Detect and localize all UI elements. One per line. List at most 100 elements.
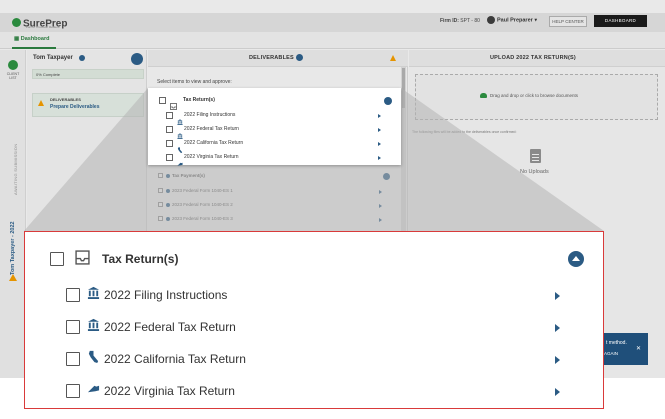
chevron-right-icon[interactable] bbox=[378, 142, 381, 146]
chevron-down-icon: ▾ bbox=[534, 17, 538, 24]
scroll-thumb[interactable] bbox=[402, 68, 405, 108]
list-item[interactable]: 2022 Virginia Tax Return bbox=[148, 151, 401, 166]
tab-row bbox=[0, 32, 665, 49]
list-item-label: 2022 Virginia Tax Return bbox=[184, 154, 239, 160]
chevron-right-icon[interactable] bbox=[379, 190, 382, 194]
bank-icon bbox=[87, 286, 101, 300]
left-rail bbox=[0, 50, 26, 378]
chevron-right-icon[interactable] bbox=[555, 292, 560, 300]
checkbox[interactable] bbox=[66, 288, 80, 302]
chevron-right-icon[interactable] bbox=[378, 114, 381, 118]
checkbox[interactable] bbox=[66, 384, 80, 398]
checkbox[interactable] bbox=[50, 252, 64, 266]
warning-icon bbox=[390, 55, 396, 61]
checkbox[interactable] bbox=[166, 112, 173, 119]
chevron-right-icon[interactable] bbox=[378, 128, 381, 132]
chevron-up-icon[interactable] bbox=[568, 251, 584, 267]
virginia-state-icon-svg bbox=[87, 385, 100, 393]
checkbox[interactable] bbox=[158, 216, 163, 222]
virginia-state-icon bbox=[87, 382, 101, 396]
user-menu[interactable]: Paul Preparer ▾ bbox=[487, 16, 537, 24]
checkbox[interactable] bbox=[158, 202, 163, 208]
chevron-right-icon[interactable] bbox=[378, 156, 381, 160]
chevron-up-icon[interactable] bbox=[384, 97, 392, 105]
chevron-right-icon[interactable] bbox=[379, 218, 382, 222]
list-item[interactable]: 2022 Virginia Tax Return bbox=[25, 374, 603, 406]
checkbox[interactable] bbox=[158, 173, 163, 179]
list-item-label: 2023 Federal Form 1040-ES 3 bbox=[172, 216, 233, 221]
list-item-label: 2023 Federal Form 1040-ES 1 bbox=[172, 188, 233, 193]
firm-id: Firm ID: SPT - 80 bbox=[440, 18, 480, 24]
tax-payments-group-row[interactable]: Tax Payment(s) bbox=[158, 173, 205, 179]
chevron-up-icon[interactable] bbox=[383, 173, 390, 180]
deliverables-step-subtitle: Prepare Deliverables bbox=[50, 104, 100, 110]
bank-icon bbox=[177, 126, 183, 139]
california-state-icon-svg bbox=[88, 350, 99, 363]
logo-mark bbox=[12, 18, 21, 28]
awaiting-submission-label: AWAITING SUBMISSION bbox=[13, 143, 18, 195]
chevron-up-icon-shape bbox=[572, 256, 580, 261]
toast-message: t method. bbox=[606, 340, 627, 346]
client-action-button[interactable] bbox=[131, 53, 143, 65]
inbox-tray-icon bbox=[75, 250, 90, 265]
checkbox[interactable] bbox=[166, 154, 173, 161]
list-item[interactable]: 2022 Federal Tax Return bbox=[148, 123, 401, 139]
dollar-icon bbox=[166, 173, 170, 178]
dashboard-menu-button[interactable]: DASHBOARD bbox=[594, 15, 647, 27]
california-state-icon bbox=[87, 350, 101, 364]
select-hint: Select items to view and approve: bbox=[157, 79, 232, 85]
checkbox[interactable] bbox=[158, 188, 163, 194]
list-item[interactable]: 2023 Federal Form 1040-ES 3 bbox=[158, 216, 233, 222]
info-icon[interactable] bbox=[79, 55, 85, 61]
checkbox[interactable] bbox=[166, 126, 173, 133]
california-state-icon bbox=[177, 140, 183, 153]
tab-dashboard[interactable]: ▦ Dashboard bbox=[14, 36, 49, 42]
checkbox[interactable] bbox=[159, 97, 166, 104]
grid-icon: ▦ bbox=[14, 36, 20, 42]
firm-id-label: Firm ID: bbox=[440, 18, 459, 24]
document-icon-line bbox=[532, 160, 539, 161]
list-item[interactable]: 2023 Federal Form 1040-ES 1 bbox=[158, 188, 233, 194]
list-item-label: 2022 Filing Instructions bbox=[184, 112, 236, 118]
chevron-right-icon[interactable] bbox=[555, 388, 560, 396]
help-icon[interactable] bbox=[296, 54, 303, 61]
list-item[interactable]: 2023 Federal Form 1040-ES 2 bbox=[158, 202, 233, 208]
tax-returns-group-row[interactable]: Tax Return(s) bbox=[148, 94, 401, 110]
upload-note: The following files will be added to the… bbox=[412, 130, 517, 134]
logo-subtitle: Part of Thomson Reuters bbox=[26, 25, 60, 29]
list-item[interactable]: 2022 Federal Tax Return bbox=[25, 310, 603, 342]
client-vertical-label: Tom Taxpayer - 2022 bbox=[10, 221, 16, 275]
progress-bar: 0% Complete bbox=[32, 69, 144, 79]
bank-icon bbox=[87, 318, 101, 332]
list-item-label: 2023 Federal Form 1040-ES 2 bbox=[172, 202, 233, 207]
checkbox[interactable] bbox=[66, 320, 80, 334]
bank-icon-svg bbox=[87, 286, 100, 299]
warning-icon bbox=[9, 274, 17, 281]
chevron-right-icon[interactable] bbox=[379, 204, 382, 208]
chevron-right-icon[interactable] bbox=[555, 356, 560, 364]
list-item[interactable]: 2022 Filing Instructions bbox=[148, 109, 401, 125]
checkbox[interactable] bbox=[166, 140, 173, 147]
list-item-label: 2022 California Tax Return bbox=[104, 352, 246, 366]
help-center-button[interactable]: HELP CENTER bbox=[549, 16, 587, 27]
list-item-label: 2022 Federal Tax Return bbox=[104, 320, 236, 334]
client-list-label[interactable]: CLIENT LIST bbox=[3, 72, 23, 80]
client-list-icon[interactable] bbox=[8, 60, 18, 70]
checkbox[interactable] bbox=[66, 352, 80, 366]
upload-header-title: UPLOAD 2022 TAX RETURN(S) bbox=[490, 55, 576, 61]
close-icon[interactable]: ✕ bbox=[636, 345, 641, 352]
progress-text: 0% Complete bbox=[36, 72, 61, 77]
tax-returns-group-row[interactable]: Tax Return(s) bbox=[25, 242, 603, 274]
list-item[interactable]: 2022 California Tax Return bbox=[148, 137, 401, 153]
logo[interactable]: SurePrep Part of Thomson Reuters bbox=[12, 15, 72, 30]
list-item[interactable]: 2022 California Tax Return bbox=[25, 342, 603, 374]
bank-icon bbox=[166, 202, 170, 207]
list-item-label: 2022 California Tax Return bbox=[184, 140, 244, 146]
tab-underline bbox=[12, 47, 56, 49]
list-item-label: 2022 Filing Instructions bbox=[104, 288, 228, 302]
inbox-tray-icon-svg bbox=[75, 250, 90, 265]
document-icon-line bbox=[532, 154, 539, 155]
list-item[interactable]: 2022 Filing Instructions bbox=[25, 278, 603, 310]
chevron-right-icon[interactable] bbox=[555, 324, 560, 332]
client-name: Tom Taxpayer bbox=[33, 55, 73, 61]
